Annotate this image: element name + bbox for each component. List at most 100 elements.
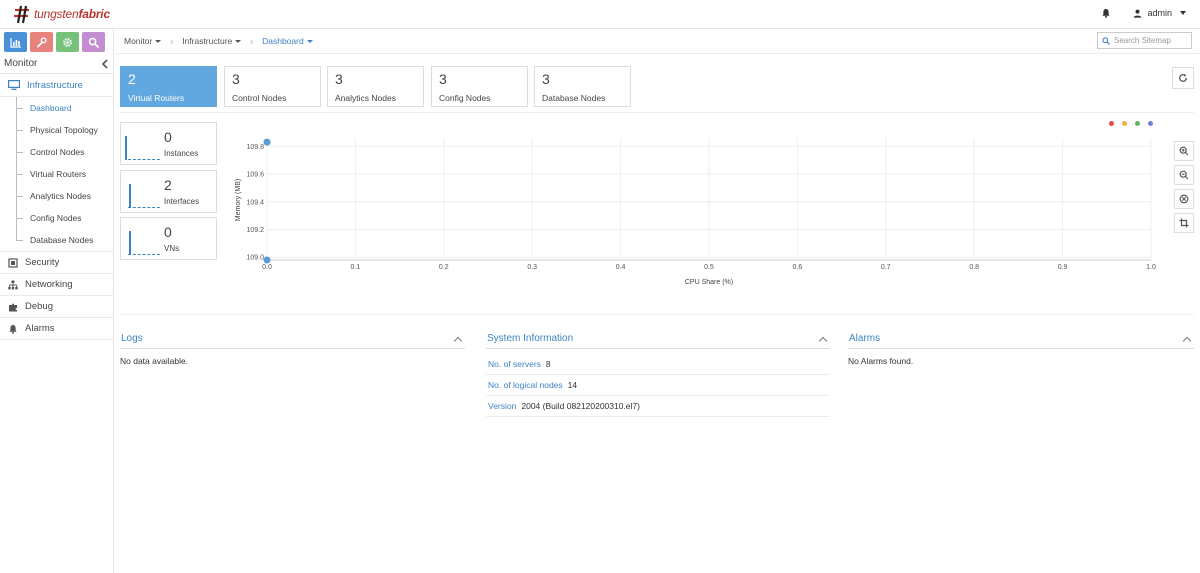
stat-value: 0 <box>164 224 172 240</box>
divider <box>120 112 1194 113</box>
sitemap-icon <box>8 280 18 289</box>
caret-down-icon <box>155 39 162 43</box>
collapse-sidebar-icon[interactable] <box>101 58 109 69</box>
refresh-button[interactable] <box>1172 67 1194 89</box>
user-menu[interactable]: admin <box>1133 8 1186 18</box>
search-icon <box>88 37 99 48</box>
system-info-list: No. of servers 8 No. of logical nodes 14… <box>486 349 830 417</box>
sidebar-item-alarms[interactable]: Alarms <box>0 318 113 340</box>
stat-interfaces[interactable]: 2 Interfaces <box>120 170 217 213</box>
widget-title: Alarms <box>849 333 881 344</box>
legend-dot-orange[interactable] <box>1122 121 1127 126</box>
sidebar-item-physical-topology[interactable]: Physical Topology <box>0 119 113 141</box>
data-point[interactable] <box>263 256 271 264</box>
x-tick-label: 0.9 <box>1058 264 1068 271</box>
zoom-in-button[interactable] <box>1174 141 1194 161</box>
sidebar-item-infrastructure[interactable]: Infrastructure <box>0 74 113 96</box>
crop-icon <box>1179 218 1189 228</box>
user-icon <box>1134 9 1142 18</box>
scatter-chart[interactable]: 0.0 0.1 0.2 0.3 0.4 0.5 0.6 0.7 0.8 0.9 1.0 109.01… <box>225 130 1165 290</box>
sidebar-item-debug[interactable]: Debug <box>0 296 113 318</box>
sparkline-bar <box>129 231 131 255</box>
top-header: tungstenfabric admin <box>0 0 1200 29</box>
breadcrumb-separator: › <box>250 36 254 46</box>
stat-vns[interactable]: 0 VNs <box>120 217 217 260</box>
x-tick-label: 1.0 <box>1146 264 1156 271</box>
tab-monitor[interactable] <box>4 32 27 52</box>
x-tick-label: 0.2 <box>439 264 449 271</box>
sparkline-bar <box>129 184 131 208</box>
x-axis-label: CPU Share (%) <box>685 279 733 286</box>
caret-down-icon <box>235 39 242 43</box>
chevron-up-icon[interactable] <box>818 336 828 345</box>
gear-icon <box>63 37 72 47</box>
breadcrumb-infrastructure[interactable]: Infrastructure <box>182 36 242 46</box>
tile-config-nodes[interactable]: 3 Config Nodes <box>431 66 528 107</box>
search-icon <box>1102 36 1110 45</box>
chevron-up-icon[interactable] <box>453 336 463 345</box>
legend-dot-green[interactable] <box>1135 121 1140 126</box>
search-input[interactable] <box>1114 36 1189 45</box>
alarms-widget-header[interactable]: Alarms <box>848 329 1194 349</box>
x-tick-label: 0.8 <box>969 264 979 271</box>
breadcrumb-monitor[interactable]: Monitor <box>124 36 162 46</box>
stat-instances[interactable]: 0 Instances <box>120 122 217 165</box>
stat-label: VNs <box>164 244 180 253</box>
tab-configure[interactable] <box>30 32 53 52</box>
info-key[interactable]: Version <box>488 401 516 411</box>
tile-database-nodes[interactable]: 3 Database Nodes <box>534 66 631 107</box>
info-key[interactable]: No. of logical nodes <box>488 380 563 390</box>
sidebar-item-label: Debug <box>25 301 53 312</box>
info-key[interactable]: No. of servers <box>488 359 541 369</box>
sidebar-item-networking[interactable]: Networking <box>0 274 113 296</box>
wrench-icon <box>37 36 47 47</box>
legend-dot-blue[interactable] <box>1148 121 1153 126</box>
tile-value: 2 <box>128 71 136 87</box>
tile-label: Config Nodes <box>439 93 491 103</box>
system-info-header[interactable]: System Information <box>486 329 830 349</box>
sidebar-item-dashboard[interactable]: Dashboard <box>0 97 113 119</box>
sitemap-search[interactable] <box>1097 32 1192 49</box>
tile-label: Virtual Routers <box>128 93 185 103</box>
brand-name: tungstenfabric <box>34 7 110 21</box>
data-point[interactable] <box>263 138 271 146</box>
tile-control-nodes[interactable]: 3 Control Nodes <box>224 66 321 107</box>
reset-zoom-button[interactable] <box>1174 189 1194 209</box>
sidebar-item-security[interactable]: Security <box>0 252 113 274</box>
breadcrumb-separator: › <box>170 36 174 46</box>
breadcrumb-dashboard[interactable]: Dashboard <box>262 36 313 46</box>
logs-widget-header[interactable]: Logs <box>120 329 465 349</box>
stat-label: Interfaces <box>164 197 200 206</box>
sidebar-title: Monitor <box>4 58 38 69</box>
zoom-out-button[interactable] <box>1174 165 1194 185</box>
sidebar-item-control-nodes[interactable]: Control Nodes <box>0 141 113 163</box>
sparkline-baseline <box>128 159 160 160</box>
sidebar-item-analytics-nodes[interactable]: Analytics Nodes <box>0 185 113 207</box>
sidebar-item-database-nodes[interactable]: Database Nodes <box>0 229 113 251</box>
tile-virtual-routers[interactable]: 2 Virtual Routers <box>120 66 217 107</box>
breadcrumb-label: Monitor <box>124 36 153 46</box>
sparkline-baseline <box>128 254 160 255</box>
sparkline-bar <box>125 136 127 160</box>
sidebar-item-virtual-routers[interactable]: Virtual Routers <box>0 163 113 185</box>
x-tick-label: 0.6 <box>793 264 803 271</box>
tab-query[interactable] <box>82 32 105 52</box>
tungsten-logo-icon <box>14 5 29 24</box>
tile-value: 3 <box>542 71 550 87</box>
tab-settings[interactable] <box>56 32 79 52</box>
logs-empty-message: No data available. <box>120 356 189 366</box>
notification-bell-icon[interactable] <box>1101 8 1111 18</box>
sidebar-item-config-nodes[interactable]: Config Nodes <box>0 207 113 229</box>
alarms-empty-message: No Alarms found. <box>848 356 914 366</box>
crop-button[interactable] <box>1174 213 1194 233</box>
tile-label: Analytics Nodes <box>335 93 396 103</box>
chevron-up-icon[interactable] <box>1182 336 1192 345</box>
y-tick-label: 109.4 <box>246 199 264 206</box>
legend-dot-red[interactable] <box>1109 121 1114 126</box>
x-tick-label: 0.1 <box>351 264 361 271</box>
sidebar: Monitor Infrastructure Dashboard Physica… <box>0 29 114 573</box>
chart-grid <box>266 138 1152 261</box>
tile-analytics-nodes[interactable]: 3 Analytics Nodes <box>327 66 424 107</box>
stat-value: 2 <box>164 177 172 193</box>
brand-logo[interactable]: tungstenfabric <box>12 4 110 24</box>
